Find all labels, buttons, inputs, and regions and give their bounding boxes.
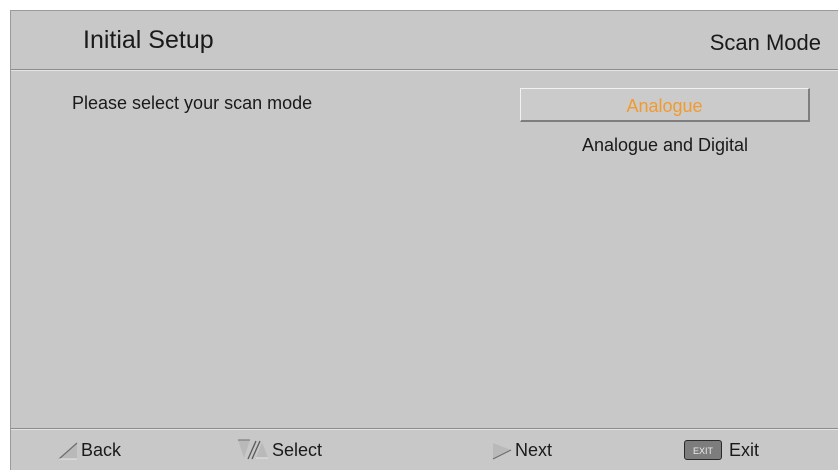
left-arrow-icon: [57, 439, 79, 461]
exit-key-icon: EXIT: [684, 440, 722, 460]
scan-mode-prompt: Please select your scan mode: [72, 93, 313, 113]
back-button[interactable]: Back: [57, 435, 121, 465]
header: Initial Setup Scan Mode: [11, 11, 838, 69]
next-button[interactable]: Next: [491, 435, 552, 465]
option-analogue[interactable]: Analogue: [520, 88, 810, 122]
option-analogue-and-digital-label: Analogue and Digital: [581, 135, 749, 155]
option-analogue-label: Analogue: [626, 96, 703, 116]
setup-screen: Initial Setup Scan Mode Please select yo…: [10, 10, 838, 470]
header-divider: [11, 69, 838, 71]
footer-divider: [11, 428, 838, 430]
page-title: Initial Setup: [83, 26, 214, 54]
select-button[interactable]: Select: [236, 435, 322, 465]
back-label: Back: [81, 439, 122, 460]
exit-label: Exit: [729, 439, 760, 460]
exit-button[interactable]: EXIT Exit: [684, 435, 759, 465]
option-analogue-and-digital[interactable]: Analogue and Digital: [520, 128, 810, 162]
select-label: Select: [272, 439, 323, 460]
next-label: Next: [515, 439, 553, 460]
step-name: Scan Mode: [709, 30, 821, 55]
up-down-arrow-icon: [236, 438, 270, 462]
footer-hint-bar: Back Select Next EXIT Exit: [11, 431, 838, 470]
right-arrow-icon: [491, 439, 513, 461]
